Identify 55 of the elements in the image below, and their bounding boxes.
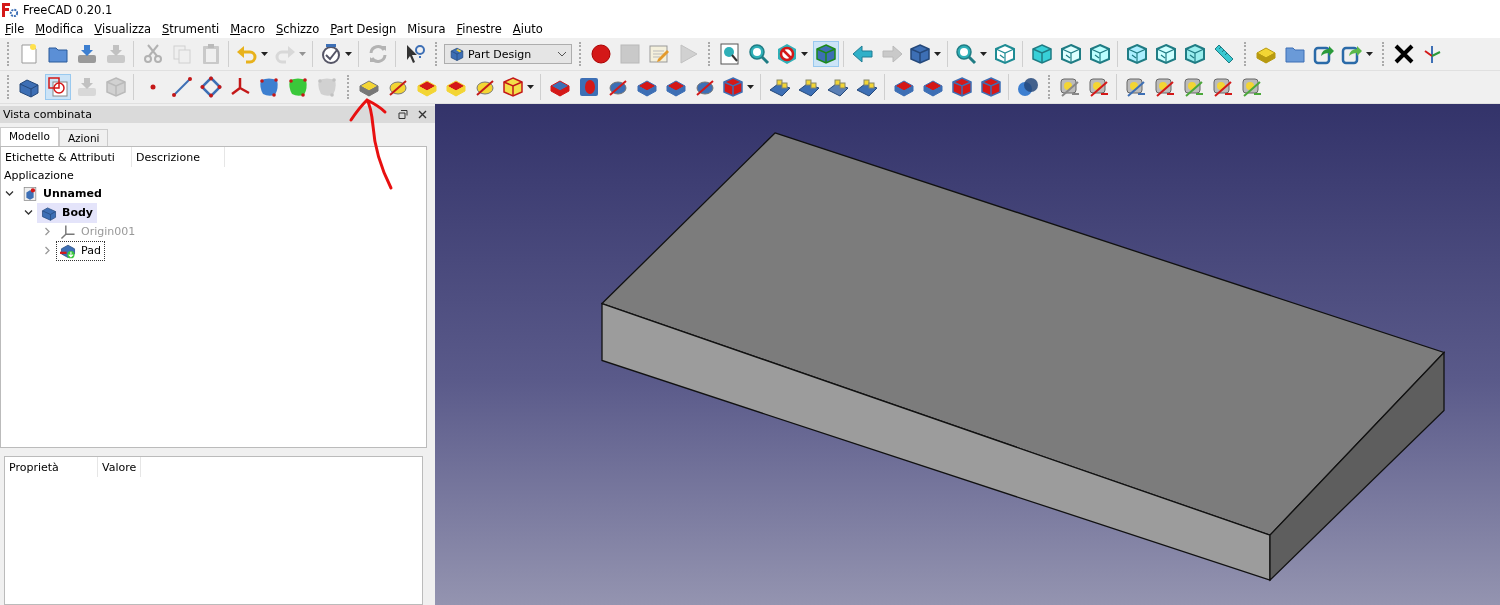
close-icon[interactable] (418, 110, 427, 119)
dropdown-caret-icon (261, 52, 268, 56)
tree-item[interactable]: Pad (56, 240, 105, 261)
menu-item[interactable]: Macro (225, 22, 271, 36)
menu-item[interactable]: Aiuto (507, 22, 549, 36)
menu-item[interactable]: Modifica (30, 22, 90, 36)
menu-item[interactable]: Strumenti (157, 22, 226, 36)
chevron-right-icon[interactable] (43, 227, 52, 236)
toolbar-handle[interactable] (7, 75, 9, 99)
toolbar-handle[interactable] (1244, 42, 1246, 66)
column-header[interactable]: Descrizione (132, 147, 225, 167)
cube-icon (449, 46, 465, 62)
chevron-down-icon (557, 51, 567, 57)
toolbar-button[interactable] (721, 74, 756, 100)
toolbar-handle[interactable] (1382, 42, 1384, 66)
toolbar-button[interactable] (319, 41, 354, 67)
3d-viewport[interactable] (435, 104, 1500, 605)
chevron-down-icon[interactable] (24, 208, 33, 217)
dropdown-caret-icon (747, 85, 754, 89)
menu-item[interactable]: Misura (402, 22, 452, 36)
dropdown-caret-icon (345, 52, 352, 56)
tree-root-label: Applicazione (3, 168, 75, 184)
toolbar-button[interactable] (775, 41, 810, 67)
toolbar-button[interactable] (908, 41, 943, 67)
column-header[interactable]: Etichette & Attributi (1, 147, 132, 167)
toolbar-handle[interactable] (7, 42, 9, 66)
tab[interactable]: Modello (0, 127, 59, 146)
menu-item[interactable]: Part Design (325, 22, 403, 36)
dropdown-caret-icon (934, 52, 941, 56)
toolbar-handle[interactable] (435, 42, 437, 66)
dropdown-caret-icon (527, 85, 534, 89)
dropdown-caret-icon (1366, 52, 1373, 56)
app-logo-icon (2, 3, 18, 17)
dropdown-caret-icon (801, 52, 808, 56)
toolbar-handle[interactable] (347, 75, 349, 99)
menu-item[interactable]: File (0, 22, 31, 36)
toolbar-handle[interactable] (708, 42, 710, 66)
window-title: FreeCAD 0.20.1 (23, 3, 113, 17)
tree-item[interactable]: Unnamed (18, 183, 106, 204)
toolbar-handle[interactable] (579, 42, 581, 66)
panel-title: Vista combinata (3, 108, 93, 121)
float-icon[interactable] (398, 110, 408, 119)
chevron-right-icon[interactable] (43, 246, 52, 255)
dropdown-caret-icon (299, 52, 306, 56)
menu-item[interactable]: Visualizza (89, 22, 157, 36)
toolbar-handle[interactable] (1048, 75, 1050, 99)
column-header[interactable]: Proprietà (5, 457, 98, 477)
workbench-dropdown[interactable]: Part Design (444, 44, 572, 64)
dropdown-caret-icon (980, 52, 987, 56)
tab[interactable]: Azioni (58, 129, 109, 146)
tree-item[interactable]: Body (37, 202, 97, 223)
column-header[interactable]: Valore (98, 457, 142, 477)
chevron-down-icon[interactable] (5, 189, 14, 198)
menu-item[interactable]: Schizzo (270, 22, 326, 36)
menu-item[interactable]: Finestre (451, 22, 508, 36)
